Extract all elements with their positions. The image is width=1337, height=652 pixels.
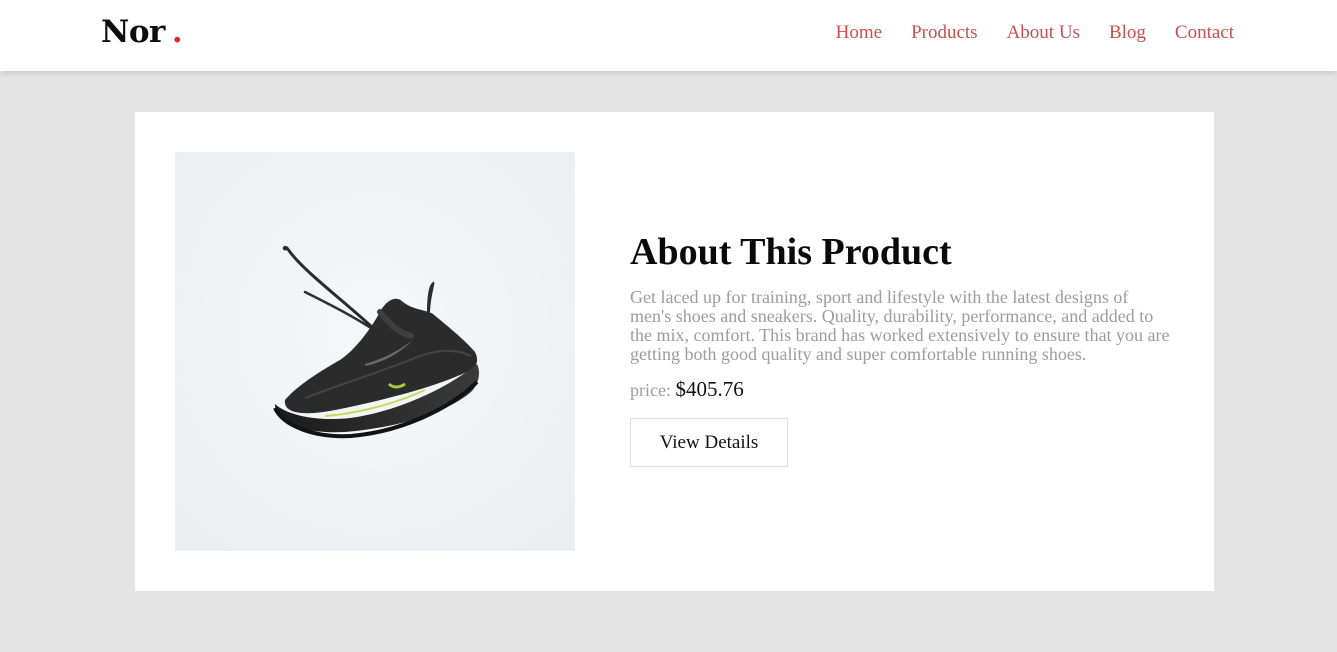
price-label: price: bbox=[630, 379, 671, 400]
price-row: price: $405.76 bbox=[630, 377, 1170, 402]
brand-dot: . bbox=[171, 14, 183, 50]
brand-logo[interactable]: Nor. bbox=[101, 14, 183, 50]
shoe-illustration bbox=[175, 152, 575, 551]
main-nav: Home Products About Us Blog Contact bbox=[836, 22, 1234, 44]
product-image bbox=[175, 152, 575, 551]
product-description: Get laced up for training, sport and lif… bbox=[630, 286, 1170, 364]
product-info: About This Product Get laced up for trai… bbox=[630, 231, 1170, 467]
brand-name: Nor bbox=[101, 14, 165, 50]
nav-link-about-us[interactable]: About Us bbox=[1007, 22, 1080, 44]
navbar: Nor. Home Products About Us Blog Contact bbox=[0, 0, 1337, 71]
nav-link-contact[interactable]: Contact bbox=[1175, 22, 1234, 44]
view-details-button[interactable]: View Details bbox=[630, 417, 788, 467]
nav-link-products[interactable]: Products bbox=[911, 22, 978, 44]
price-value: $405.76 bbox=[675, 376, 744, 401]
nav-link-blog[interactable]: Blog bbox=[1109, 22, 1146, 44]
nav-link-home[interactable]: Home bbox=[836, 22, 882, 44]
product-card: About This Product Get laced up for trai… bbox=[135, 112, 1214, 591]
product-heading: About This Product bbox=[630, 231, 952, 273]
